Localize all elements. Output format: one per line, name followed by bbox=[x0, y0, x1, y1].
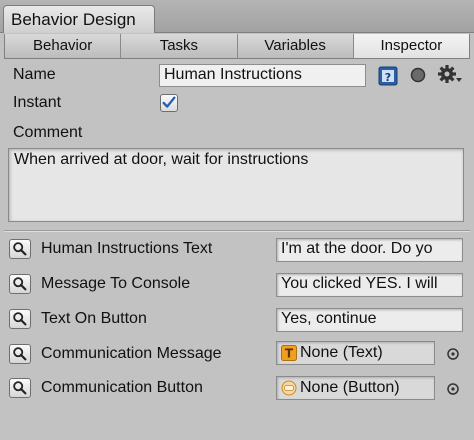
help-icon[interactable]: ? bbox=[378, 66, 398, 86]
tab-inspector[interactable]: Inspector bbox=[353, 34, 469, 58]
variable-picker-button[interactable] bbox=[9, 378, 31, 398]
svg-text:T: T bbox=[285, 347, 294, 361]
communication-message-value: None (Text) bbox=[300, 344, 383, 361]
magnifier-icon bbox=[13, 312, 27, 326]
section-divider bbox=[4, 230, 470, 232]
window-tab-behavior-design[interactable]: Behavior Design bbox=[3, 5, 155, 33]
object-picker-icon[interactable] bbox=[446, 382, 460, 396]
property-label-communication-message: Communication Message bbox=[41, 345, 222, 362]
window-titlebar: Behavior Design bbox=[0, 0, 474, 33]
text-component-icon: T bbox=[281, 345, 297, 361]
comment-textarea[interactable]: When arrived at door, wait for instructi… bbox=[8, 148, 464, 222]
name-label: Name bbox=[13, 66, 56, 83]
inspector-tab-bar: Behavior Tasks Variables Inspector bbox=[4, 34, 470, 59]
instant-label: Instant bbox=[13, 94, 62, 111]
communication-button-value: None (Button) bbox=[300, 379, 400, 396]
property-label-human-instructions-text: Human Instructions Text bbox=[41, 240, 213, 257]
magnifier-icon bbox=[13, 277, 27, 291]
message-to-console-input[interactable]: You clicked YES. I will bbox=[276, 273, 463, 297]
tab-tasks[interactable]: Tasks bbox=[121, 34, 238, 58]
button-component-icon bbox=[281, 380, 297, 396]
property-label-text-on-button: Text On Button bbox=[41, 310, 147, 327]
property-label-communication-button: Communication Button bbox=[41, 379, 203, 396]
object-picker-icon[interactable] bbox=[446, 347, 460, 361]
tab-behavior[interactable]: Behavior bbox=[5, 34, 122, 58]
variable-picker-button[interactable] bbox=[9, 274, 31, 294]
svg-text:?: ? bbox=[385, 71, 391, 84]
text-on-button-input[interactable]: Yes, continue bbox=[276, 308, 463, 332]
variable-picker-button[interactable] bbox=[9, 309, 31, 329]
comment-label: Comment bbox=[13, 124, 83, 141]
communication-message-object-field[interactable]: T None (Text) bbox=[276, 341, 435, 365]
communication-button-object-field[interactable]: None (Button) bbox=[276, 376, 435, 400]
magnifier-icon bbox=[13, 381, 27, 395]
variable-picker-button[interactable] bbox=[9, 344, 31, 364]
property-label-message-to-console: Message To Console bbox=[41, 275, 191, 292]
gear-icon[interactable] bbox=[437, 64, 463, 86]
instant-checkbox[interactable] bbox=[160, 94, 178, 112]
magnifier-icon bbox=[13, 242, 27, 256]
human-instructions-text-input[interactable]: I'm at the door. Do yo bbox=[276, 238, 463, 262]
name-input[interactable]: Human Instructions bbox=[159, 64, 366, 87]
checkmark-icon bbox=[162, 96, 176, 108]
tab-variables[interactable]: Variables bbox=[238, 34, 354, 58]
magnifier-icon bbox=[13, 347, 27, 361]
variable-picker-button[interactable] bbox=[9, 239, 31, 259]
circle-toggle-icon[interactable] bbox=[409, 66, 427, 84]
